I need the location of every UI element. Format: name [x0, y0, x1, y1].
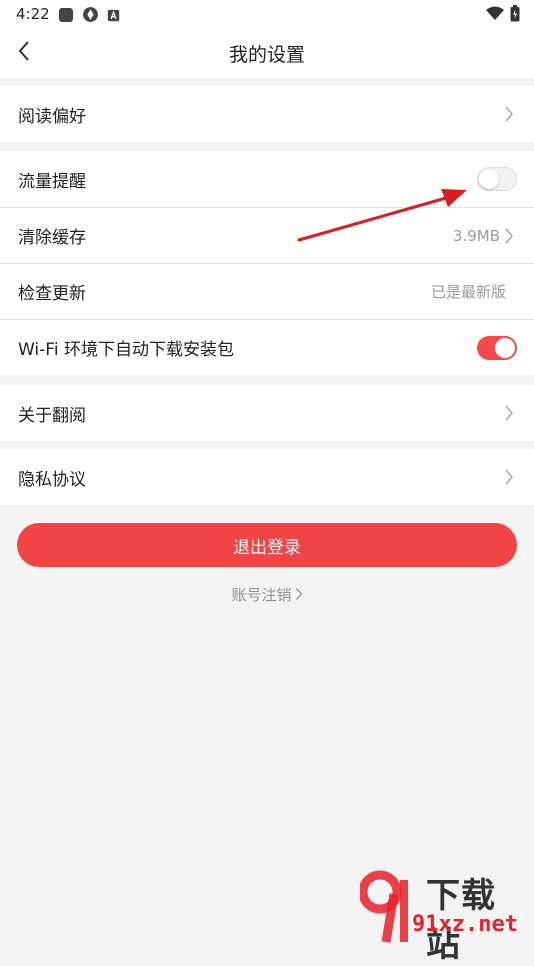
- status-notification-icons: [58, 6, 120, 27]
- traffic-reminder-row: 流量提醒: [0, 151, 534, 207]
- status-system-icons: [486, 5, 520, 26]
- account-cancel-link[interactable]: 账号注销: [0, 584, 534, 605]
- toggle-knob: [495, 337, 515, 358]
- clear-cache-row[interactable]: 清除缓存 3.9MB: [0, 207, 534, 263]
- wifi-auto-download-row: Wi-Fi 环境下自动下载安装包: [0, 319, 534, 375]
- chevron-right-icon: [295, 587, 303, 605]
- wifi-auto-download-toggle[interactable]: [477, 335, 517, 360]
- about-label: 关于翻阅: [18, 405, 86, 426]
- privacy-row[interactable]: 隐私协议: [0, 449, 534, 505]
- wifi-icon: [486, 6, 504, 25]
- check-update-label: 检查更新: [18, 284, 86, 304]
- privacy-label: 隐私协议: [18, 469, 86, 490]
- traffic-reminder-toggle[interactable]: [477, 167, 517, 191]
- check-update-row[interactable]: 检查更新 已是最新版: [0, 263, 534, 319]
- wifi-auto-download-label: Wi-Fi 环境下自动下载安装包: [18, 340, 234, 360]
- header-bar: 我的设置: [0, 28, 534, 78]
- page-title: 我的设置: [228, 44, 305, 66]
- watermark-logo: 下载站 91xz.net: [360, 868, 530, 965]
- watermark-domain: 91xz.net: [412, 912, 518, 937]
- notification-square-icon: [58, 7, 74, 27]
- chevron-right-icon: [504, 227, 514, 244]
- reading-preference-row[interactable]: 阅读偏好: [0, 86, 534, 142]
- settings-group-reading: 阅读偏好: [0, 86, 534, 142]
- settings-group-general: 流量提醒 清除缓存 3.9MB 检查更新 已是最新版 Wi-Fi 环境下自动下载…: [0, 151, 534, 375]
- watermark-91-icon: [360, 870, 408, 943]
- notification-aperture-icon: [82, 6, 99, 27]
- clear-cache-label: 清除缓存: [18, 228, 86, 248]
- settings-group-about: 关于翻阅: [0, 385, 534, 441]
- status-time: 4:22: [16, 5, 50, 23]
- traffic-reminder-label: 流量提醒: [18, 171, 86, 192]
- update-status-value: 已是最新版: [430, 283, 506, 301]
- account-cancel-label: 账号注销: [231, 586, 292, 604]
- battery-icon: [510, 5, 520, 26]
- logout-button[interactable]: 退出登录: [17, 523, 517, 567]
- chevron-right-icon: [504, 405, 514, 421]
- status-bar: 4:22: [0, 0, 534, 28]
- chevron-right-icon: [504, 469, 514, 485]
- cache-size-value: 3.9MB: [452, 226, 500, 245]
- chevron-right-icon: [504, 106, 514, 122]
- toggle-knob: [479, 169, 499, 189]
- settings-group-privacy: 隐私协议: [0, 449, 534, 505]
- about-row[interactable]: 关于翻阅: [0, 385, 534, 441]
- notification-a-icon: [107, 7, 120, 26]
- reading-preference-label: 阅读偏好: [18, 106, 86, 127]
